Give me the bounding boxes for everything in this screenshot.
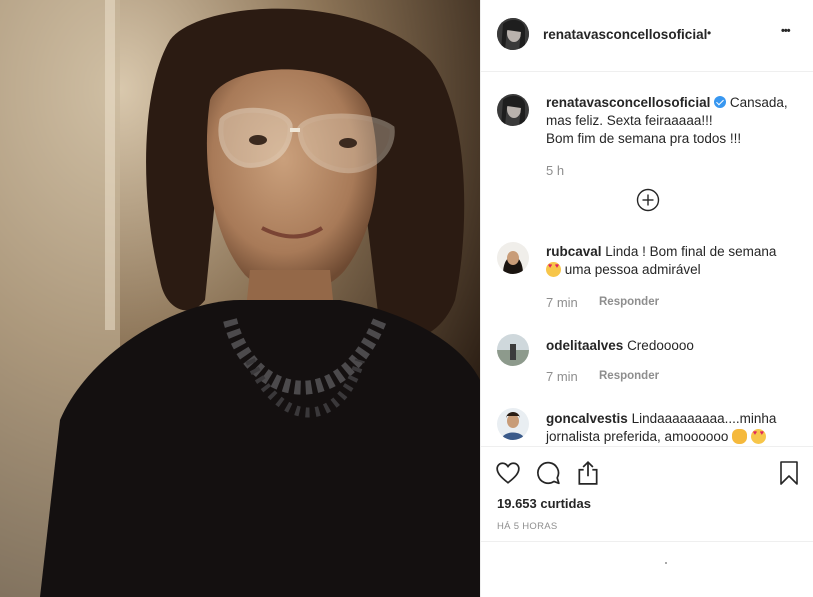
avatar-photo [497, 242, 529, 274]
more-options-icon[interactable]: ••• [781, 25, 791, 37]
post-header: renatavasconcellosoficial • ••• [481, 0, 813, 72]
heart-eyes-emoji-icon [546, 262, 561, 277]
caption-text-3: Bom fim de semana pra todos !!! [546, 131, 742, 146]
verified-badge-icon [714, 96, 727, 108]
heart-icon[interactable] [495, 460, 521, 486]
loading-dot [665, 562, 667, 564]
likes-count[interactable]: 19.653 curtidas [497, 496, 591, 511]
caption-text-1: Cansada, [729, 95, 788, 110]
post-actions: 19.653 curtidas HÁ 5 HORAS [481, 446, 813, 542]
selfie-image [0, 0, 480, 597]
heart-eyes-emoji-icon [750, 429, 766, 444]
comment-text-2: jornalista preferida, amoooooo [546, 429, 729, 444]
post-photo[interactable] [0, 0, 480, 597]
comment-text-1: Lindaaaaaaaaa....minha [631, 411, 777, 426]
avatar-photo [497, 408, 529, 440]
load-more-icon[interactable] [636, 188, 660, 212]
instagram-post-modal: renatavasconcellosoficial • ••• renatava… [0, 0, 813, 597]
comment-body: goncalvestis Lindaaaaaaaaa....minha jorn… [546, 410, 796, 446]
commenter-avatar[interactable] [497, 334, 529, 366]
post-details-panel: renatavasconcellosoficial • ••• renatava… [480, 0, 813, 597]
add-comment-area[interactable] [481, 542, 813, 597]
comment-icon[interactable] [535, 460, 561, 486]
reply-button[interactable]: Responder [599, 370, 659, 382]
comment-time: 7 min [546, 295, 578, 310]
comment-username[interactable]: odelitaalves [546, 338, 623, 353]
clapping-emoji-icon [732, 429, 748, 444]
comment-body: odelitaalves Credooooo [546, 337, 796, 355]
post-timestamp: HÁ 5 HORAS [497, 521, 558, 532]
share-icon[interactable] [575, 460, 601, 486]
avatar-photo [497, 94, 529, 126]
bookmark-icon[interactable] [777, 460, 801, 486]
commenter-avatar[interactable] [497, 242, 529, 274]
comment-username[interactable]: rubcaval [546, 244, 602, 259]
avatar-photo [497, 18, 529, 50]
comment-text-1: Credooooo [627, 338, 694, 353]
caption-time: 5 h [546, 163, 565, 178]
caption: renatavasconcellosoficial Cansada, mas f… [546, 94, 796, 148]
caption-text-2: mas feliz. Sexta feiraaaaa!!! [546, 113, 713, 128]
comment-text-1: Linda ! Bom final de semana [605, 244, 777, 259]
comment-text-2: uma pessoa admirável [564, 262, 701, 277]
follow-dot: • [707, 26, 712, 40]
author-username[interactable]: renatavasconcellosoficial [543, 27, 707, 42]
comments-scroll-area[interactable]: renatavasconcellosoficial Cansada, mas f… [481, 72, 813, 446]
comment-username[interactable]: goncalvestis [546, 411, 628, 426]
avatar-photo [497, 334, 529, 366]
comment-body: rubcaval Linda ! Bom final de semana uma… [546, 243, 796, 279]
caption-author-avatar[interactable] [497, 94, 529, 126]
reply-button[interactable]: Responder [599, 296, 659, 308]
author-avatar[interactable] [497, 18, 529, 50]
caption-username[interactable]: renatavasconcellosoficial [546, 95, 710, 110]
commenter-avatar[interactable] [497, 408, 529, 440]
comment-time: 7 min [546, 369, 578, 384]
